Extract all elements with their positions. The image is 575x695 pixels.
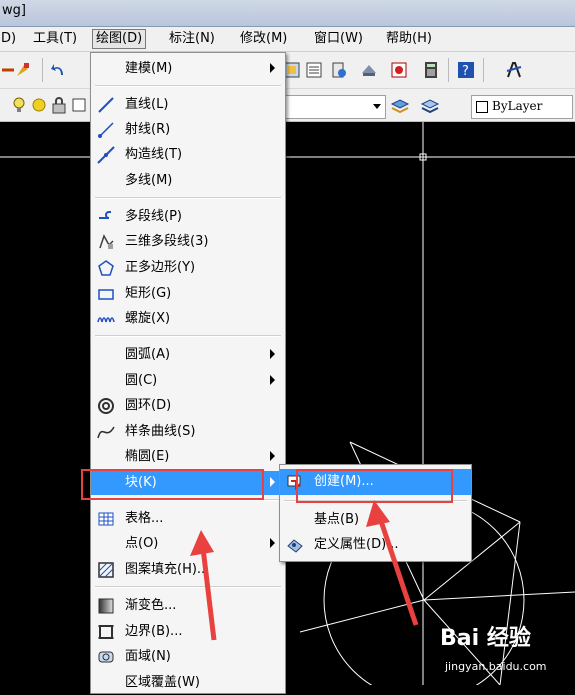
menu-modify[interactable]: 修改(M)	[237, 30, 290, 48]
menu-item-ray[interactable]: 射线(R)	[91, 118, 285, 142]
submenu-arrow-icon	[270, 375, 275, 385]
sheet-set-icon[interactable]	[390, 61, 408, 79]
helix-icon	[97, 317, 115, 323]
menu-window[interactable]: 窗口(W)	[311, 30, 366, 48]
ray-icon	[98, 122, 114, 138]
toolbar-separator	[448, 58, 449, 82]
menu-item-boundary[interactable]: 边界(B)...	[91, 620, 285, 644]
menu-tools[interactable]: 工具(T)	[30, 30, 80, 48]
menu-item-circle[interactable]: 圆(C)	[91, 369, 285, 393]
help-icon[interactable]: ?	[457, 61, 475, 79]
lock-icon[interactable]	[50, 96, 68, 114]
canvas-drawing	[0, 122, 575, 685]
submenu-item-define-attribute[interactable]: 定义属性(D)...	[280, 532, 471, 558]
polygon-icon	[98, 260, 114, 276]
design-center-icon[interactable]	[330, 61, 348, 79]
svg-text:?: ?	[462, 64, 469, 79]
menu-item-polygon[interactable]: 正多边形(Y)	[91, 256, 285, 280]
menu-separator	[95, 197, 281, 199]
construction-line-icon	[97, 146, 115, 164]
toolbar-separator	[483, 58, 484, 82]
boundary-icon	[98, 625, 114, 639]
layer-combo[interactable]	[284, 95, 386, 119]
menu-item-arc[interactable]: 圆弧(A)	[91, 343, 285, 367]
annotation-box-block	[81, 469, 264, 500]
undo-icon[interactable]	[50, 61, 68, 79]
chevron-down-icon[interactable]	[373, 104, 381, 109]
title-bar: wg]	[0, 0, 575, 27]
layer-color-icon[interactable]	[70, 96, 88, 114]
hatch-icon	[98, 562, 114, 578]
menu-item-point[interactable]: 点(O)	[91, 532, 285, 556]
menu-separator	[95, 335, 281, 337]
spline-icon	[97, 426, 115, 439]
standard-toolbar: ?	[0, 52, 575, 136]
submenu-arrow-icon	[270, 63, 275, 73]
menu-separator	[95, 85, 281, 87]
menu-bar: D) 工具(T) 绘图(D) 标注(N) 修改(M) 窗口(W) 帮助(H)	[0, 27, 575, 52]
gradient-icon	[98, 598, 114, 614]
sun-icon[interactable]	[30, 96, 48, 114]
rectangle-icon	[98, 289, 114, 300]
watermark-url: jingyan.baidu.com	[445, 660, 547, 673]
menu-item-construction-line[interactable]: 构造线(T)	[91, 143, 285, 167]
properties-icon[interactable]	[305, 61, 323, 79]
layer-states-icon[interactable]	[390, 96, 410, 116]
watermark-brand: Bai 经验	[440, 626, 531, 651]
drawing-canvas[interactable]	[0, 122, 575, 685]
menu-item-region[interactable]: 面域(N)	[91, 645, 285, 669]
line-icon	[98, 97, 114, 113]
menu-help[interactable]: 帮助(H)	[383, 30, 435, 48]
submenu-arrow-icon	[270, 538, 275, 548]
calculator-icon[interactable]	[422, 61, 440, 79]
menu-separator	[95, 586, 281, 588]
menu-draw[interactable]: 绘图(D)	[92, 29, 147, 49]
menu-item-line[interactable]: 直线(L)	[91, 93, 285, 117]
menu-view[interactable]: D)	[0, 30, 19, 48]
donut-icon	[98, 398, 114, 414]
draw-menu: 建模(M) 直线(L) 射线(R) 构造线(T) 多线(M) 多段线(P) 三维…	[90, 52, 286, 694]
menu-item-multiline[interactable]: 多线(M)	[91, 169, 285, 193]
lightbulb-icon[interactable]	[10, 96, 28, 114]
layer-value: ByLayer	[492, 99, 543, 113]
menu-item-helix[interactable]: 螺旋(X)	[91, 307, 285, 331]
menu-item-modeling[interactable]: 建模(M)	[91, 57, 285, 81]
annotation-box-create	[296, 469, 453, 503]
tool-palettes-icon[interactable]	[360, 61, 378, 79]
menu-item-wipeout[interactable]: 区域覆盖(W)	[91, 671, 285, 695]
toolbar-separator	[42, 58, 43, 82]
submenu-item-base-point[interactable]: 基点(B)	[280, 507, 471, 533]
menu-item-3d-polyline[interactable]: 三维多段线(3)	[91, 230, 285, 254]
text-style-icon[interactable]	[505, 61, 523, 79]
menu-item-spline[interactable]: 样条曲线(S)	[91, 420, 285, 444]
3d-polyline-icon	[99, 234, 114, 249]
menu-item-gradient[interactable]: 渐变色...	[91, 594, 285, 618]
color-swatch	[476, 101, 488, 113]
menu-item-table[interactable]: 表格...	[91, 507, 285, 531]
layer-previous-icon[interactable]	[420, 96, 440, 116]
menu-item-hatch[interactable]: 图案填充(H)...	[91, 558, 285, 582]
menu-dimension[interactable]: 标注(N)	[166, 30, 218, 48]
submenu-arrow-icon	[270, 451, 275, 461]
menu-item-rectangle[interactable]: 矩形(G)	[91, 282, 285, 306]
define-attribute-icon	[287, 539, 303, 553]
window-title: wg]	[2, 3, 26, 18]
menu-item-ellipse[interactable]: 椭圆(E)	[91, 445, 285, 469]
table-icon	[98, 512, 114, 526]
menu-item-donut[interactable]: 圆环(D)	[91, 394, 285, 418]
submenu-arrow-icon	[270, 477, 275, 487]
submenu-arrow-icon	[270, 349, 275, 359]
region-icon	[98, 651, 114, 663]
polyline-icon	[99, 211, 111, 219]
color-control-combo[interactable]: ByLayer	[471, 95, 573, 119]
watermark: Bai 经验 jingyan.baidu.com	[440, 620, 570, 680]
match-properties-icon[interactable]	[14, 61, 32, 79]
menu-item-polyline[interactable]: 多段线(P)	[91, 205, 285, 229]
